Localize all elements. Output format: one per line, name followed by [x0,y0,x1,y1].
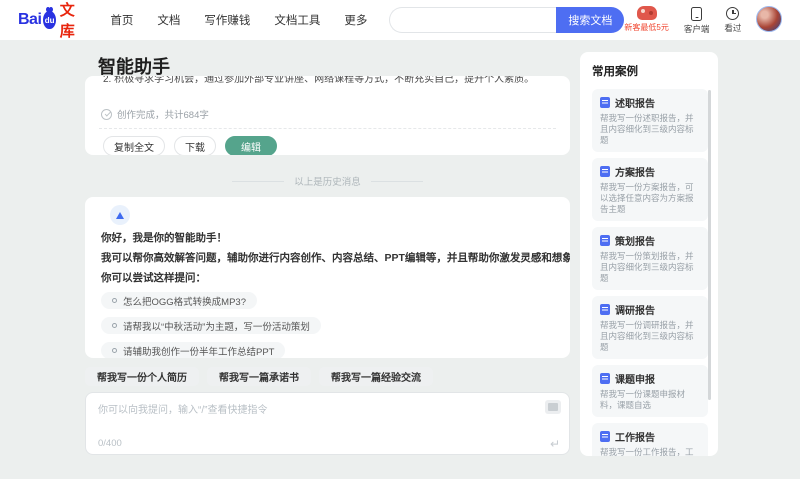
history-divider: 以上是历史消息 [85,174,570,188]
phone-icon [691,6,703,21]
history-actions: 复制全文 下载 编辑 [99,136,556,155]
baidu-wenku-logo[interactable]: Bai du 文库 [18,0,80,41]
case-card[interactable]: 课题申报 帮我写一份课题申报材料，课题自选 [592,365,708,417]
quick-prompt-chip[interactable]: 帮我写一份个人简历 [85,367,199,386]
search-button[interactable]: 搜索文档 [556,7,625,33]
page: Bai du 文库 首页 文档 写作赚钱 文档工具 更多 搜索文档 新客最低5元 客户端… [0,0,800,479]
message-input[interactable] [98,401,537,434]
case-card[interactable]: 方案报告 帮我写一份方案报告，可以选择任意内容为方案报告主题 [592,158,708,221]
case-card[interactable]: 述职报告 帮我写一份述职报告，并且内容细化到三级内容标题 [592,89,708,152]
nav-item[interactable]: 写作赚钱 [204,12,250,28]
circle-bullet-icon [112,323,117,328]
suggestion-chip[interactable]: 请帮我以“中秋活动”为主题，写一份活动策划 [101,317,321,334]
enter-key-icon[interactable] [550,437,560,451]
divider-line [370,180,423,182]
logo-wenku-text: 文库 [59,2,75,40]
sidebar-title: 常用案例 [592,66,638,78]
document-icon [600,304,610,315]
check-circle-icon [101,108,112,120]
promo-mascot-icon [636,5,657,20]
status-text: 创作完成，共计684字 [117,110,209,121]
suggestion-chip[interactable]: 请辅助我创作一份半年工作总结PPT [101,342,286,358]
assistant-greeting: 你好，我是你的智能助手！ [101,232,227,244]
case-card-header: 述职报告 [600,95,700,110]
copy-full-text-button[interactable]: 复制全文 [103,136,165,155]
document-icon [600,97,610,108]
composer: 0/400 [85,392,570,455]
case-title: 课题申报 [615,375,655,386]
viewed-label: 看过 [724,22,742,33]
download-button[interactable]: 下载 [174,136,216,155]
case-description: 帮我写一份工作报告，工作类型随机 [600,447,694,456]
case-title: 方案报告 [615,168,655,179]
history-divider-text: 以上是历史消息 [294,177,361,188]
assistant-try-label: 你可以尝试这样提问： [101,272,206,284]
history-message-card: 2. 积极寻求学习机会，通过参加外部专业讲座、网络课程等方式，不断充实自己，提升… [85,76,570,155]
case-card-header: 策划报告 [600,233,700,248]
suggestion-text: 请帮我以“中秋活动”为主题，写一份活动策划 [123,321,310,333]
nav-item[interactable]: 文档 [157,12,180,28]
case-card[interactable]: 工作报告 帮我写一份工作报告，工作类型随机 [592,423,708,456]
assistant-message-card: 你好，我是你的智能助手！ 我可以帮你高效解答问题，辅助你进行内容创作、内容总结、… [85,197,570,358]
sidebar-scrollbar[interactable] [708,90,711,400]
edit-button[interactable]: 编辑 [225,136,277,155]
case-description: 帮我写一份课题申报材料，课题自选 [600,389,686,410]
case-card-header: 课题申报 [600,371,700,386]
baidu-paw-icon: du [43,7,56,29]
top-nav-bar: Bai du 文库 首页 文档 写作赚钱 文档工具 更多 搜索文档 新客最低5元 客户端… [0,0,800,40]
divider-line [232,180,285,182]
circle-bullet-icon [112,298,117,303]
logo-bai-text: Bai [18,11,42,28]
case-card[interactable]: 调研报告 帮我写一份调研报告，并且内容细化到三级内容标题 [592,296,708,359]
suggestion-text: 请辅助我创作一份半年工作总结PPT [123,346,275,358]
case-card[interactable]: 策划报告 帮我写一份策划报告，并且内容细化到三级内容标题 [592,227,708,290]
case-title: 工作报告 [615,433,655,444]
case-title: 述职报告 [615,99,655,110]
case-description: 帮我写一份调研报告，并且内容细化到三级内容标题 [600,320,694,352]
case-card-header: 工作报告 [600,429,700,444]
quick-prompt-chip[interactable]: 帮我写一篇承诺书 [207,367,311,386]
search-bar: 搜索文档 [389,7,625,33]
case-title: 策划报告 [615,237,655,248]
main-nav: 首页 文档 写作赚钱 文档工具 更多 [110,12,367,28]
common-cases-sidebar: 常用案例 述职报告 帮我写一份述职报告，并且内容细化到三级内容标题 方案报告 帮… [580,52,718,456]
case-description: 帮我写一份方案报告，可以选择任意内容为方案报告主题 [600,182,694,214]
dashed-divider [99,128,556,129]
search-input[interactable] [389,7,557,33]
nav-item[interactable]: 文档工具 [274,12,320,28]
circle-bullet-icon [112,348,117,353]
char-counter: 0/400 [98,438,122,449]
case-description: 帮我写一份策划报告，并且内容细化到三级内容标题 [600,251,694,283]
document-icon [600,373,610,384]
promo-entry[interactable]: 新客最低5元 [624,5,669,33]
case-card-header: 方案报告 [600,164,700,179]
document-icon [600,166,610,177]
quick-prompt-row: 帮我写一份个人简历 帮我写一篇承诺书 帮我写一篇经验交流 [85,367,570,386]
sidebar-case-list: 述职报告 帮我写一份述职报告，并且内容细化到三级内容标题 方案报告 帮我写一份方… [592,89,708,456]
nav-item[interactable]: 更多 [344,12,367,28]
assistant-avatar [110,205,130,225]
viewed-entry[interactable]: 看过 [724,6,741,34]
assistant-intro: 我可以帮你高效解答问题，辅助你进行内容创作、内容总结、PPT编辑等，并且帮助你激… [101,252,570,264]
suggestion-chip[interactable]: 怎么把OGG格式转换成MP3? [101,292,257,309]
assistant-logo-icon [116,211,124,219]
case-description: 帮我写一份述职报告，并且内容细化到三级内容标题 [600,113,694,145]
client-entry[interactable]: 客户端 [683,6,710,35]
header-right-icons: 新客最低5元 客户端 看过 [624,5,783,35]
suggestion-list: 怎么把OGG格式转换成MP3? 请帮我以“中秋活动”为主题，写一份活动策划 请辅… [101,292,554,358]
case-title: 调研报告 [615,306,655,317]
history-excerpt: 2. 积极寻求学习机会，通过参加外部专业讲座、网络课程等方式，不断充实自己，提升… [103,76,535,85]
user-avatar[interactable] [756,5,783,32]
nav-item[interactable]: 首页 [110,12,133,28]
clock-icon [726,6,740,20]
document-icon [600,235,610,246]
case-card-header: 调研报告 [600,302,700,317]
suggestion-text: 怎么把OGG格式转换成MP3? [123,296,246,308]
quick-prompt-chip[interactable]: 帮我写一篇经验交流 [319,367,433,386]
promo-label: 新客最低5元 [624,22,669,32]
document-icon [600,431,610,442]
creation-status: 创作完成，共计684字 [99,107,556,121]
image-upload-icon[interactable] [545,400,561,414]
client-label: 客户端 [683,23,710,34]
